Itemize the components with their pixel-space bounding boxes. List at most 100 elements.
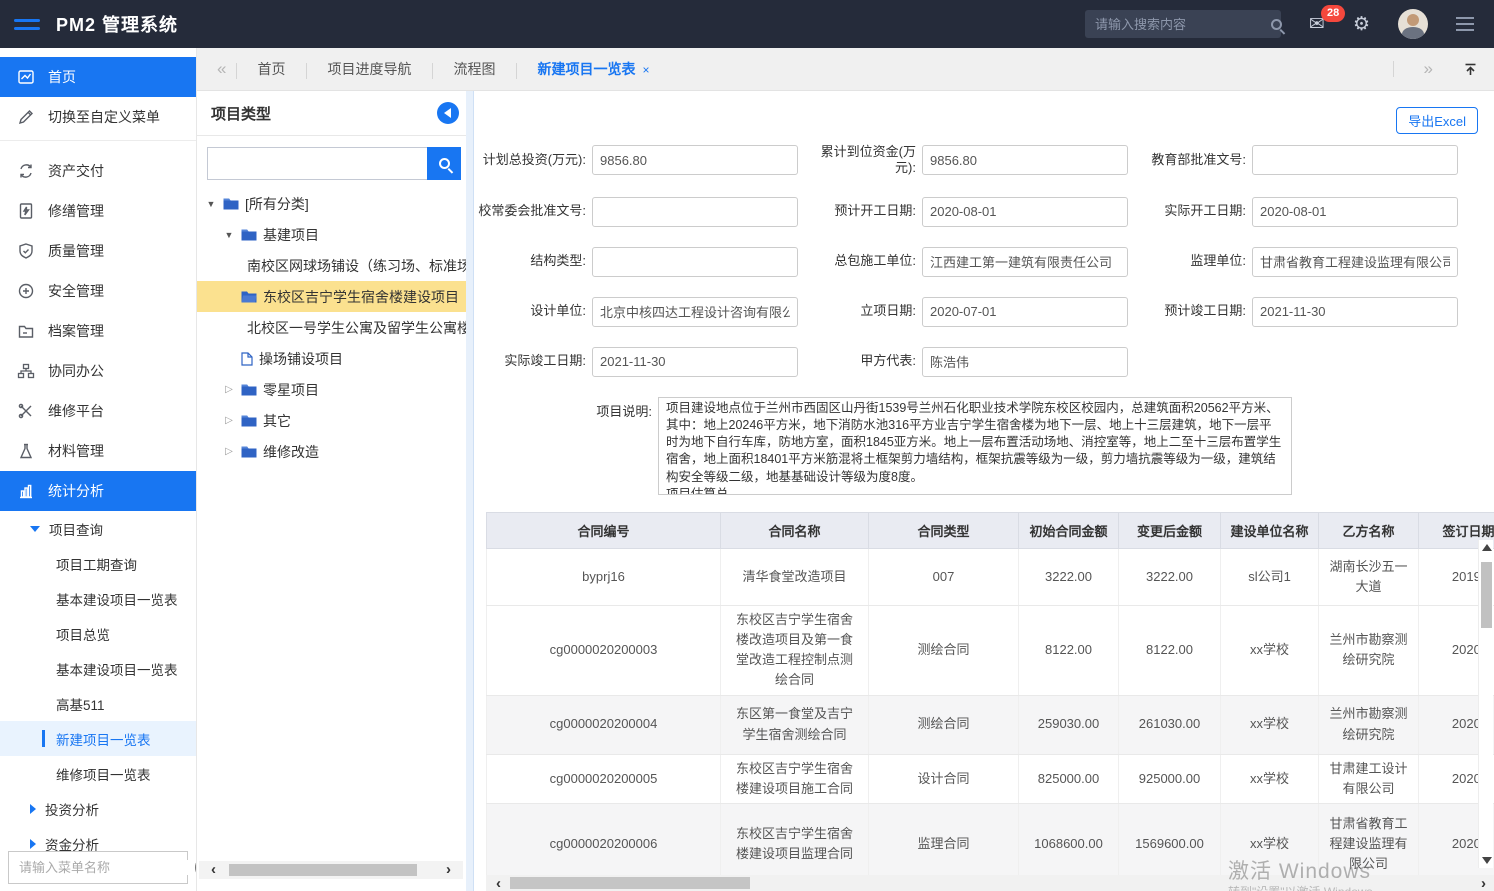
tree-node-scattered-projects[interactable]: ▷ 零星项目 bbox=[197, 374, 473, 405]
collapse-tabs-icon[interactable] bbox=[1463, 62, 1478, 77]
submenu-item-basic-construction-list[interactable]: 基本建设项目一览表 bbox=[0, 581, 196, 616]
planned-start-date-input[interactable] bbox=[922, 197, 1128, 227]
sidebar-item-switch-custom-menu[interactable]: 切换至自定义菜单 bbox=[0, 97, 196, 137]
scroll-left-icon[interactable]: ‹ bbox=[496, 875, 501, 891]
tree-node-renovation[interactable]: ▷ 维修改造 bbox=[197, 436, 473, 467]
tree-search-input[interactable] bbox=[207, 147, 427, 180]
tree-leaf-playground[interactable]: 操场铺设项目 bbox=[197, 343, 473, 374]
column-header[interactable]: 初始合同金额 bbox=[1019, 513, 1119, 549]
scroll-right-icon[interactable]: › bbox=[1481, 875, 1486, 891]
mail-icon[interactable]: ✉28 bbox=[1309, 15, 1325, 34]
sidebar-item-material-management[interactable]: 材料管理 bbox=[0, 431, 196, 471]
tree-horizontal-scrollbar[interactable]: ‹ › bbox=[199, 861, 463, 879]
tree-leaf-beixiaoqu-apartment[interactable]: 北校区一号学生公寓及留学生公寓楼建 bbox=[197, 312, 473, 343]
committee-approval-number-input[interactable] bbox=[592, 197, 798, 227]
column-header[interactable]: 乙方名称 bbox=[1319, 513, 1419, 549]
scroll-up-icon[interactable] bbox=[1482, 544, 1492, 551]
menu-bars-icon[interactable] bbox=[1456, 17, 1474, 31]
close-icon[interactable]: × bbox=[642, 63, 649, 77]
sidebar-item-repair-management[interactable]: 修缮管理 bbox=[0, 191, 196, 231]
planned-investment-input[interactable] bbox=[592, 145, 798, 175]
supervisor-unit-input[interactable] bbox=[1252, 247, 1458, 277]
tabs-scroll-left-icon[interactable]: « bbox=[207, 59, 236, 79]
global-search-field[interactable] bbox=[1095, 17, 1271, 32]
cell: xx学校 bbox=[1221, 606, 1319, 696]
tab-new-project-list[interactable]: 新建项目一览表× bbox=[516, 59, 670, 79]
scroll-left-icon[interactable]: ‹ bbox=[211, 861, 216, 879]
global-search-input[interactable] bbox=[1085, 10, 1281, 38]
column-header[interactable]: 合同名称 bbox=[721, 513, 869, 549]
tab-project-progress-nav[interactable]: 项目进度导航 bbox=[306, 59, 432, 79]
submenu-item-project-overview[interactable]: 项目总览 bbox=[0, 616, 196, 651]
submenu-group-project-query[interactable]: 项目查询 bbox=[0, 511, 196, 546]
sidebar-item-home[interactable]: 首页 bbox=[0, 57, 196, 97]
tree-collapsed-icon[interactable]: ▷ bbox=[223, 446, 235, 457]
column-header[interactable]: 合同编号 bbox=[487, 513, 721, 549]
actual-start-date-input[interactable] bbox=[1252, 197, 1458, 227]
tree-node-other[interactable]: ▷ 其它 bbox=[197, 405, 473, 436]
tree-leaf-tennis-court[interactable]: 南校区网球场铺设（练习场、标准场）工 bbox=[197, 250, 473, 281]
submenu-item-basic-construction-list-2[interactable]: 基本建设项目一览表 bbox=[0, 651, 196, 686]
table-row[interactable]: byprj16清华食堂改造项目0073222.003222.00sl公司1湖南长… bbox=[487, 549, 1494, 606]
design-unit-input[interactable] bbox=[592, 297, 798, 327]
column-header[interactable]: 建设单位名称 bbox=[1221, 513, 1319, 549]
submenu-item-project-duration-query[interactable]: 项目工期查询 bbox=[0, 546, 196, 581]
tree-vertical-scrollbar[interactable] bbox=[466, 91, 473, 891]
moe-approval-number-input[interactable] bbox=[1252, 145, 1458, 175]
panel-collapse-button[interactable] bbox=[437, 102, 459, 124]
sidebar-item-maintenance-platform[interactable]: 维修平台 bbox=[0, 391, 196, 431]
owner-representative-input[interactable] bbox=[922, 347, 1128, 377]
actual-completion-date-input[interactable] bbox=[592, 347, 798, 377]
planned-completion-date-input[interactable] bbox=[1252, 297, 1458, 327]
scrollbar-thumb[interactable] bbox=[1481, 562, 1492, 628]
column-header[interactable]: 合同类型 bbox=[869, 513, 1019, 549]
table-row[interactable]: cg0000020200005东校区吉宁学生宿舍楼建设项目施工合同设计合同825… bbox=[487, 754, 1494, 803]
approval-date-input[interactable] bbox=[922, 297, 1128, 327]
tree-node-all-categories[interactable]: ▼ [所有分类] bbox=[197, 188, 473, 219]
column-header[interactable]: 变更后金额 bbox=[1119, 513, 1221, 549]
tree-expanded-icon[interactable]: ▼ bbox=[223, 230, 235, 240]
tree-node-capital-projects[interactable]: ▼ 基建项目 bbox=[197, 219, 473, 250]
sidebar-item-quality-management[interactable]: 质量管理 bbox=[0, 231, 196, 271]
avatar[interactable] bbox=[1398, 9, 1428, 39]
cell: xx学校 bbox=[1221, 695, 1319, 754]
sidebar-item-collaboration[interactable]: 协同办公 bbox=[0, 351, 196, 391]
structure-type-input[interactable] bbox=[592, 247, 798, 277]
scrollbar-thumb[interactable] bbox=[229, 864, 417, 876]
export-excel-button[interactable]: 导出Excel bbox=[1396, 107, 1478, 134]
sidebar-item-archive-management[interactable]: 档案管理 bbox=[0, 311, 196, 351]
project-description-textarea[interactable]: 项目建设地点位于兰州市西固区山丹街1539号兰州石化职业技术学院东校区校园内，总… bbox=[658, 397, 1292, 495]
tabs-scroll-right-icon[interactable]: » bbox=[1414, 59, 1443, 79]
submenu-item-new-project-list[interactable]: 新建项目一览表 bbox=[0, 721, 196, 756]
table-horizontal-scrollbar[interactable]: ‹ › bbox=[486, 875, 1494, 891]
scroll-right-icon[interactable]: › bbox=[446, 861, 451, 879]
search-icon bbox=[439, 158, 450, 169]
search-icon[interactable] bbox=[1271, 19, 1282, 30]
general-contractor-input[interactable] bbox=[922, 247, 1128, 277]
table-vertical-scrollbar[interactable] bbox=[1478, 540, 1493, 868]
tree-collapsed-icon[interactable]: ▷ bbox=[223, 415, 235, 426]
submenu-item-gaoji511[interactable]: 高基511 bbox=[0, 686, 196, 721]
sidebar-item-safety-management[interactable]: 安全管理 bbox=[0, 271, 196, 311]
table-row[interactable]: cg0000020200003东校区吉宁学生宿舍楼改造项目及第一食堂改造工程控制… bbox=[487, 606, 1494, 696]
sidebar-item-asset-delivery[interactable]: 资产交付 bbox=[0, 151, 196, 191]
hamburger-menu-icon[interactable] bbox=[14, 19, 40, 30]
gear-icon[interactable]: ⚙ bbox=[1353, 15, 1370, 34]
menu-search-box[interactable] bbox=[8, 851, 188, 884]
menu-search-input[interactable] bbox=[19, 860, 195, 875]
tree-expanded-icon[interactable]: ▼ bbox=[205, 199, 217, 209]
submenu-group-investment-analysis[interactable]: 投资分析 bbox=[0, 791, 196, 826]
tree-search-button[interactable] bbox=[427, 147, 461, 180]
scrollbar-thumb[interactable] bbox=[510, 877, 750, 889]
tab-flowchart[interactable]: 流程图 bbox=[432, 59, 516, 79]
funds-in-place-input[interactable] bbox=[922, 145, 1128, 175]
file-icon bbox=[241, 352, 253, 366]
table-row[interactable]: cg0000020200006东校区吉宁学生宿舍楼建设项目监理合同监理合同106… bbox=[487, 803, 1494, 876]
table-row[interactable]: cg0000020200004东区第一食堂及吉宁学生宿舍测绘合同测绘合同2590… bbox=[487, 695, 1494, 754]
submenu-item-repair-project-list[interactable]: 维修项目一览表 bbox=[0, 756, 196, 791]
sidebar-item-statistics[interactable]: 统计分析 bbox=[0, 471, 196, 511]
tab-home[interactable]: 首页 bbox=[236, 59, 306, 79]
scroll-down-icon[interactable] bbox=[1482, 857, 1492, 864]
tree-leaf-dongxiaoqu-dormitory[interactable]: 东校区吉宁学生宿舍楼建设项目 bbox=[197, 281, 473, 312]
tree-collapsed-icon[interactable]: ▷ bbox=[223, 384, 235, 395]
